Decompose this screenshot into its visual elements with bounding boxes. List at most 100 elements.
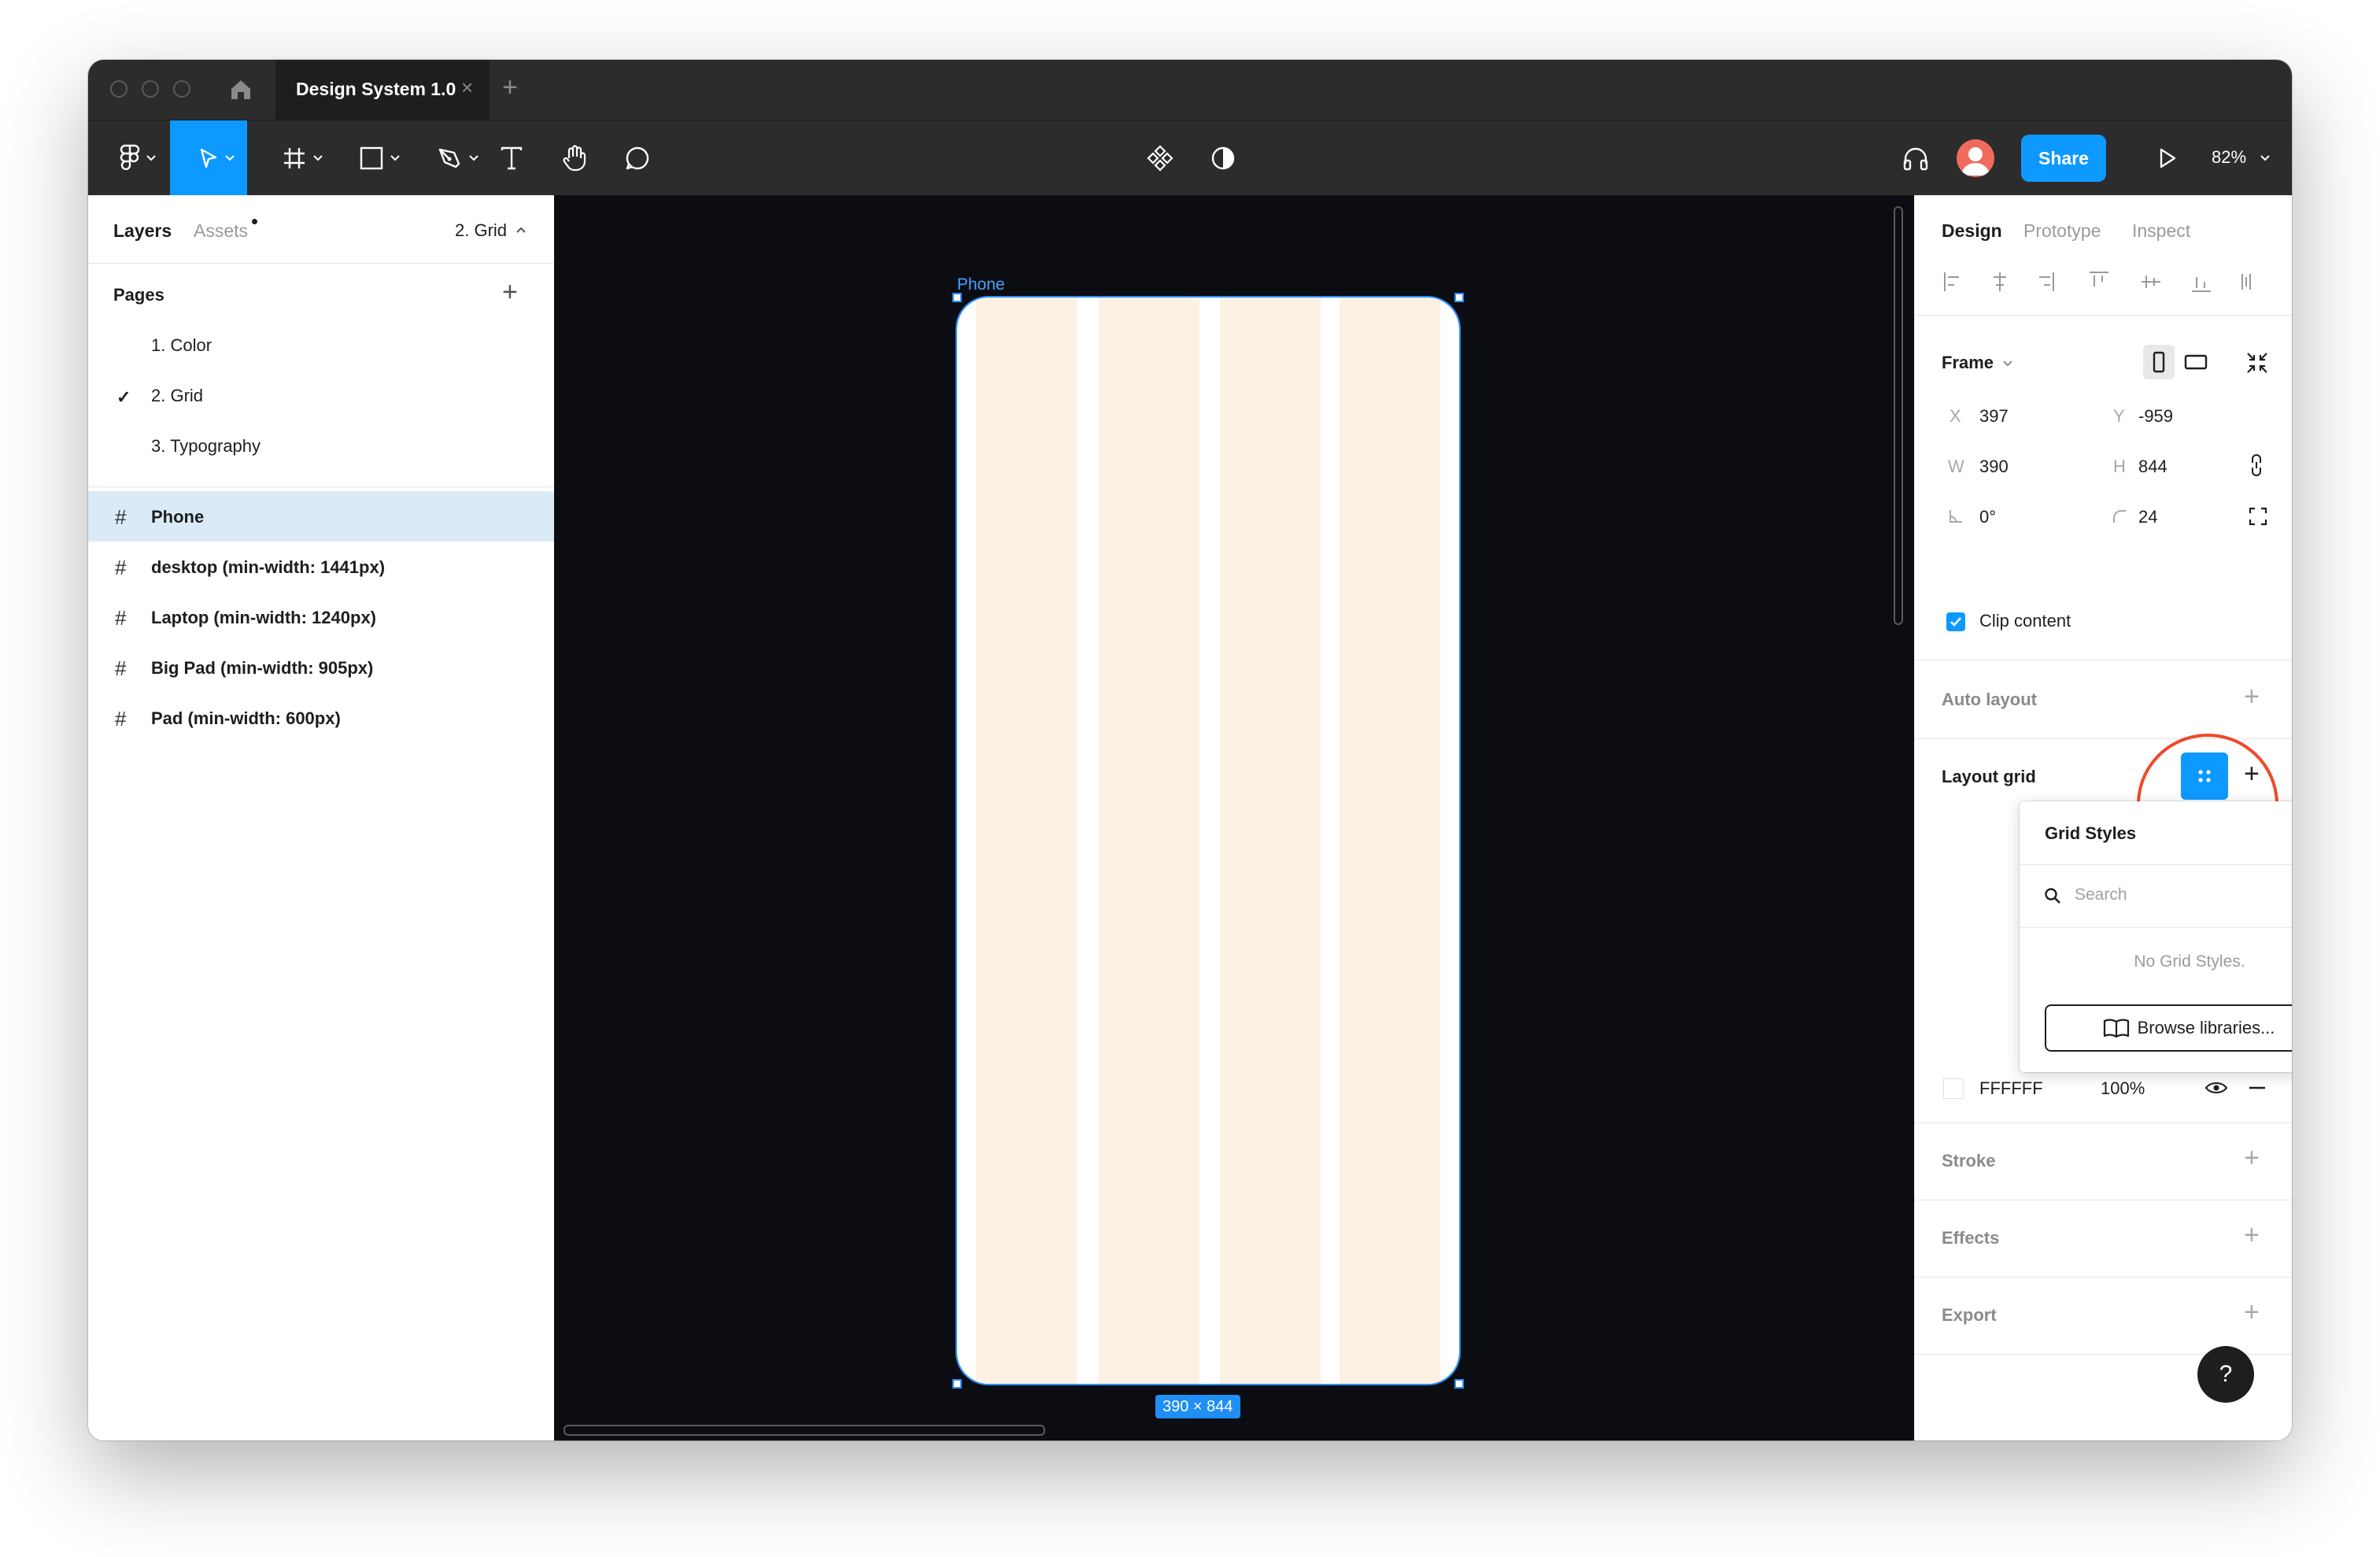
horizontal-scrollbar[interactable] [564,1425,1045,1436]
layer-name: desktop (min-width: 1441px) [151,557,386,577]
components-button[interactable] [1135,120,1185,196]
zoom-level[interactable]: 82% [2212,147,2246,168]
comment-tool-button[interactable] [612,120,663,196]
resize-handle[interactable] [1454,293,1464,302]
layer-row-pad[interactable]: # Pad (min-width: 600px) [88,693,554,743]
independent-corners-icon[interactable] [2249,507,2267,526]
page-item-typography[interactable]: 3. Typography [151,436,261,457]
resize-handle[interactable] [1454,1379,1464,1389]
page-item-grid[interactable]: 2. Grid [151,386,203,406]
help-button[interactable]: ? [2197,1346,2254,1403]
rotation-input[interactable]: 0° [1979,507,1996,527]
alignment-toolbar [1944,272,2251,292]
main-menu-button[interactable] [102,120,157,196]
divider [1915,315,2292,316]
headphones-icon [1903,147,1928,171]
layer-name: Big Pad (min-width: 905px) [151,658,374,678]
remove-fill-icon[interactable] [2249,1086,2266,1089]
stroke-title: Stroke [1942,1151,1996,1171]
vertical-scrollbar[interactable] [1894,206,1903,625]
checkmark-icon [1950,617,1961,627]
layer-name: Pad (min-width: 600px) [151,708,341,728]
x-input[interactable]: 397 [1979,406,2009,427]
contrast-toggle-button[interactable] [1198,120,1248,196]
move-tool-button[interactable] [170,120,247,196]
audio-button[interactable] [1890,120,1941,196]
layer-row-big-pad[interactable]: # Big Pad (min-width: 905px) [88,642,554,693]
tab-prototype[interactable]: Prototype [2023,220,2101,242]
eye-icon[interactable] [2204,1080,2228,1096]
hand-tool-button[interactable] [549,120,600,196]
chevron-down-icon [390,155,400,161]
frame-icon: # [115,556,127,579]
minimize-window-button[interactable] [142,80,159,98]
search-icon [2045,888,2060,904]
tab-layers[interactable]: Layers [113,220,172,242]
left-panel: Layers Assets 2. Grid Pages + 1. Color ✓… [88,195,555,1441]
grid-column [1340,298,1440,1384]
figma-logo-icon [120,144,140,171]
add-export-button[interactable]: + [2244,1299,2260,1326]
resize-handle[interactable] [952,1379,962,1389]
tab-assets[interactable]: Assets [194,220,248,242]
close-window-button[interactable] [110,80,128,98]
grid-column [1220,298,1321,1384]
tab-design[interactable]: Design [1942,220,2002,242]
shape-tool-button[interactable] [340,120,403,196]
add-stroke-button[interactable]: + [2244,1145,2260,1171]
clip-content-checkbox[interactable] [1946,612,1965,631]
book-icon [2103,1019,2129,1038]
layer-row-phone[interactable]: # Phone [88,491,554,542]
grid-styles-popup: Grid Styles + No Grid Styles. Browse lib… [2020,801,2292,1072]
empty-state-text: No Grid Styles. [2134,952,2245,971]
text-tool-button[interactable] [486,120,537,196]
portrait-toggle[interactable] [2143,345,2175,379]
home-icon[interactable] [228,77,253,102]
landscape-icon[interactable] [2184,354,2208,370]
add-auto-layout-button[interactable]: + [2244,683,2260,710]
present-button[interactable] [2142,120,2193,196]
resize-handle[interactable] [952,293,962,302]
add-page-button[interactable]: + [502,279,518,305]
constrain-proportions-icon[interactable] [2250,453,2263,477]
browse-libraries-button[interactable]: Browse libraries... [2045,1004,2292,1052]
close-tab-icon[interactable]: × [461,76,473,100]
divider [2020,864,2292,865]
checkmark-icon: ✓ [116,387,131,407]
layer-row-laptop[interactable]: # Laptop (min-width: 1240px) [88,592,554,642]
frame-tool-button[interactable] [263,120,326,196]
resize-to-fit-icon[interactable] [2245,351,2269,375]
maximize-window-button[interactable] [173,80,190,98]
new-tab-button[interactable]: + [502,72,518,103]
fill-swatch[interactable] [1943,1078,1964,1099]
h-input[interactable]: 844 [2138,457,2168,477]
file-tab[interactable]: Design System 1.0 × [275,60,490,120]
user-avatar[interactable] [1957,139,1994,177]
phone-frame[interactable] [955,296,1461,1385]
clip-content-label: Clip content [1979,611,2071,631]
frame-icon: # [115,707,127,730]
fill-opacity-input[interactable]: 100% [2101,1078,2145,1099]
share-button[interactable]: Share [2021,135,2106,182]
pen-icon [438,148,460,168]
frame-icon [284,148,305,168]
w-input[interactable]: 390 [1979,457,2009,477]
add-effect-button[interactable]: + [2244,1222,2260,1248]
grid-styles-search-input[interactable] [2075,883,2292,907]
cursor-icon [200,148,217,168]
current-page-selector[interactable]: 2. Grid [455,220,507,241]
frame-section-title[interactable]: Frame [1942,353,1994,373]
grid-column [976,298,1077,1384]
hand-icon [563,145,586,172]
pen-tool-button[interactable] [419,120,482,196]
page-item-color[interactable]: 1. Color [151,335,212,356]
auto-layout-title: Auto layout [1942,690,2037,709]
canvas[interactable]: Phone 390 × 844 [554,195,1914,1441]
layer-row-desktop[interactable]: # desktop (min-width: 1441px) [88,542,554,592]
corner-radius-input[interactable]: 24 [2138,507,2157,527]
fill-hex-input[interactable]: FFFFFF [1979,1078,2043,1099]
y-label: Y [2113,406,2125,426]
tab-inspect[interactable]: Inspect [2132,220,2190,242]
y-input[interactable]: -959 [2138,406,2173,427]
frame-label[interactable]: Phone [957,276,1005,294]
